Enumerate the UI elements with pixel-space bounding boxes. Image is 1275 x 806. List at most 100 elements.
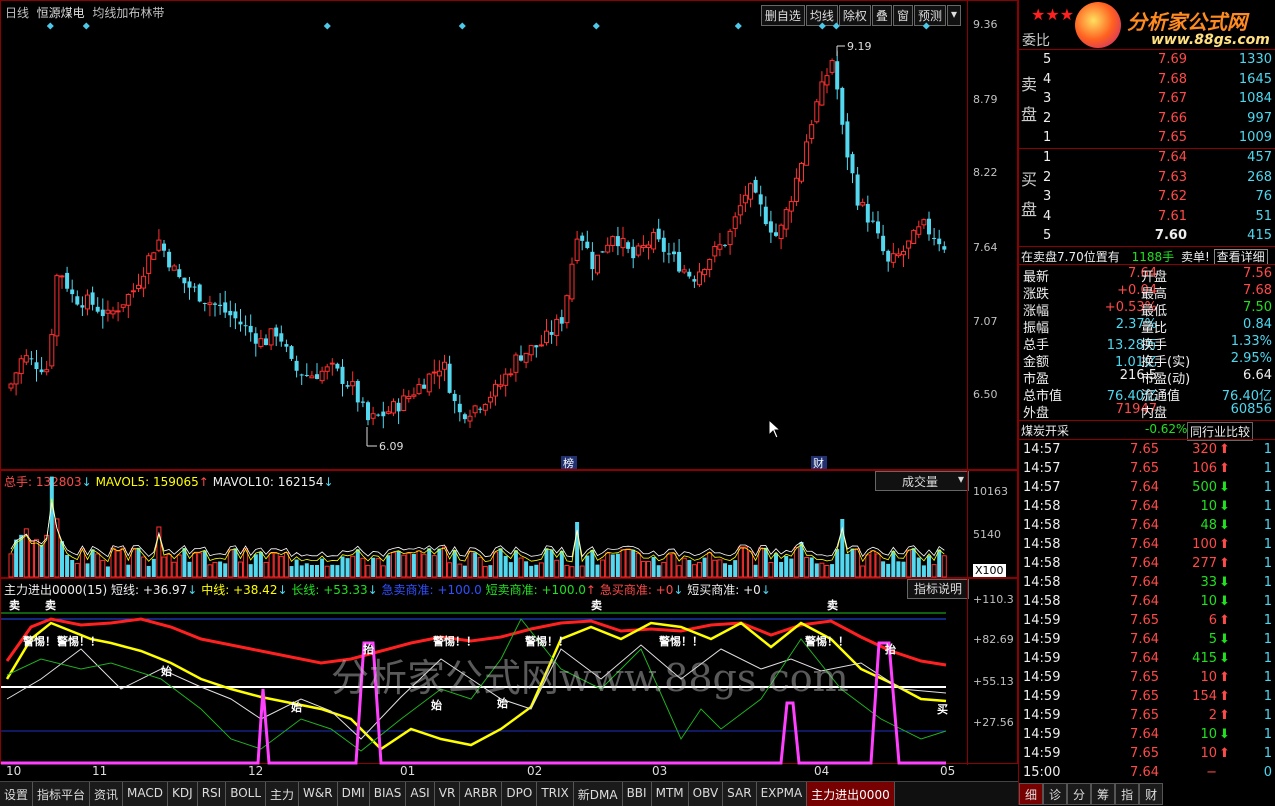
tick-row: 14:57 7.65 320 ⬆ 1	[1019, 442, 1275, 460]
stat-value: 1.33%	[1230, 334, 1272, 349]
tick-time: 14:58	[1023, 594, 1061, 609]
tab-12[interactable]: VR	[434, 782, 461, 806]
level: 5	[1043, 52, 1052, 67]
stat-value: 2.95%	[1230, 351, 1272, 366]
tick-time: 14:59	[1023, 689, 1061, 704]
price-tick: 8.79	[973, 93, 998, 106]
tick-time: 14:59	[1023, 613, 1061, 628]
quote-tab-2[interactable]: 分	[1067, 783, 1092, 805]
tick-time: 14:59	[1023, 727, 1061, 742]
tick-price: 7.64	[1130, 537, 1159, 552]
tick-count: 1	[1263, 556, 1272, 571]
tab-0[interactable]: 设置	[0, 782, 34, 806]
quote-tab-1[interactable]: 诊	[1043, 783, 1068, 805]
arrow-up-icon: ⬆	[1219, 537, 1230, 552]
signal-label: 卖	[827, 598, 838, 612]
tick-volume: 106	[1192, 461, 1217, 476]
tab-15[interactable]: TRIX	[537, 782, 574, 806]
stat-value: 7.56	[1243, 266, 1272, 281]
price-tick: 9.36	[973, 18, 998, 31]
tab-6[interactable]: BOLL	[226, 782, 267, 806]
sector-name: 煤炭开采	[1021, 424, 1070, 438]
tab-4[interactable]: KDJ	[168, 782, 198, 806]
tick-price: 7.64	[1130, 575, 1159, 590]
volume-panel[interactable]: 总手: 132803↓ MAVOL5: 159065↑ MAVOL10: 162…	[0, 470, 1018, 579]
tab-20[interactable]: SAR	[723, 782, 757, 806]
tick-row: 14:59 7.64 415 ⬇ 1	[1019, 651, 1275, 669]
tick-price: 7.64	[1130, 518, 1159, 533]
tick-row: 14:58 7.64 33 ⬇ 1	[1019, 575, 1275, 593]
quote-tab-4[interactable]: 指	[1115, 783, 1140, 805]
quote-tab-3[interactable]: 筹	[1091, 783, 1116, 805]
tick-count: 1	[1263, 689, 1272, 704]
tab-7[interactable]: 主力	[266, 782, 300, 806]
tab-1[interactable]: 指标平台	[33, 782, 91, 806]
tick-time: 14:59	[1023, 670, 1061, 685]
tick-time: 14:58	[1023, 499, 1061, 514]
level: 5	[1043, 228, 1052, 243]
tab-10[interactable]: BIAS	[369, 782, 407, 806]
arrow-down-icon: ⬇	[1219, 651, 1230, 666]
indicator-panel[interactable]: 主力进出0000(15) 短线: +36.97↓ 中线: +38.42↓ 长线:…	[0, 578, 1018, 765]
tick-row: 14:58 7.64 48 ⬇ 1	[1019, 518, 1275, 536]
order-book-row: 3 7.67 1084	[1019, 91, 1275, 109]
arrow-up-icon: ⬆	[1219, 746, 1230, 761]
tab-3[interactable]: MACD	[123, 782, 169, 806]
price-chart-panel[interactable]: 日线 恒源煤电 均线加布林带 删自选 均线 除权 叠 窗 预测 ▾ 9.36 8…	[0, 0, 1018, 471]
tab-2[interactable]: 资讯	[90, 782, 124, 806]
signal-label: 始	[161, 664, 172, 678]
tick-volume: 6	[1208, 613, 1217, 628]
order-book-row: 2 7.63 268	[1019, 170, 1275, 188]
order-volume: 997	[1247, 110, 1272, 126]
tick-price: 7.65	[1130, 708, 1159, 723]
tick-count: 1	[1263, 708, 1272, 723]
arrow-up-icon: ⬆	[1219, 708, 1230, 723]
tick-row: 14:59 7.65 2 ⬆ 1	[1019, 708, 1275, 726]
tick-volume: 100	[1192, 537, 1217, 552]
order-price: 7.68	[1158, 71, 1187, 87]
order-price: 7.65	[1158, 130, 1187, 145]
stat-row: 最新 7.64 开盘 7.56	[1019, 266, 1275, 285]
tick-row: 14:59 7.65 6 ⬆ 1	[1019, 613, 1275, 631]
tab-18[interactable]: MTM	[651, 782, 689, 806]
tick-volume: −	[1206, 765, 1217, 780]
quote-tab-5[interactable]: 财	[1139, 783, 1164, 805]
ask-side: 卖单!	[1180, 250, 1210, 264]
tick-volume: 33	[1200, 575, 1217, 590]
quote-tab-0[interactable]: 细	[1019, 783, 1044, 805]
weibi-label: 委比	[1022, 33, 1050, 49]
tick-count: 1	[1263, 537, 1272, 552]
tab-8[interactable]: W&R	[299, 782, 338, 806]
level: 1	[1043, 150, 1052, 165]
indicator-tick: +27.56	[973, 716, 1014, 729]
order-price: 7.69	[1158, 52, 1187, 67]
tab-5[interactable]: RSI	[197, 782, 227, 806]
order-price: 7.61	[1158, 208, 1187, 224]
x-axis-label: 03	[652, 764, 668, 778]
tab-22[interactable]: 主力进出0000	[807, 782, 895, 806]
tab-9[interactable]: DMI	[337, 782, 370, 806]
tab-13[interactable]: ARBR	[460, 782, 503, 806]
tab-14[interactable]: DPO	[502, 782, 538, 806]
signal-label: 警惕！！	[56, 634, 101, 648]
tab-17[interactable]: BBI	[622, 782, 652, 806]
tab-16[interactable]: 新DMA	[573, 782, 623, 806]
stat-row: 涨跌 +0.04 最高 7.68	[1019, 283, 1275, 302]
site-logo: 分析家公式网 www.88gs.com	[1075, 2, 1275, 48]
order-volume: 1330	[1238, 52, 1272, 67]
stat-label: 外盘	[1023, 406, 1050, 421]
quote-panel: ★★★ 分析家公式网 www.88gs.com 委比 卖盘 买盘 5 7.69 …	[1018, 0, 1275, 805]
tab-19[interactable]: OBV	[688, 782, 724, 806]
tick-row: 14:59 7.64 10 ⬇ 1	[1019, 727, 1275, 745]
order-price: 7.64	[1158, 150, 1187, 165]
view-detail-button[interactable]: 查看详细	[1213, 249, 1268, 265]
tick-count: 1	[1263, 575, 1272, 590]
tick-price: 7.64	[1130, 651, 1159, 666]
tick-row: 14:58 7.64 100 ⬆ 1	[1019, 537, 1275, 555]
tick-price: 7.65	[1130, 670, 1159, 685]
tab-11[interactable]: ASI	[406, 782, 435, 806]
ask-volume: 1188手	[1131, 250, 1175, 264]
order-price: 7.62	[1158, 189, 1187, 204]
tab-21[interactable]: EXPMA	[756, 782, 808, 806]
tick-price: 7.64	[1130, 765, 1159, 780]
